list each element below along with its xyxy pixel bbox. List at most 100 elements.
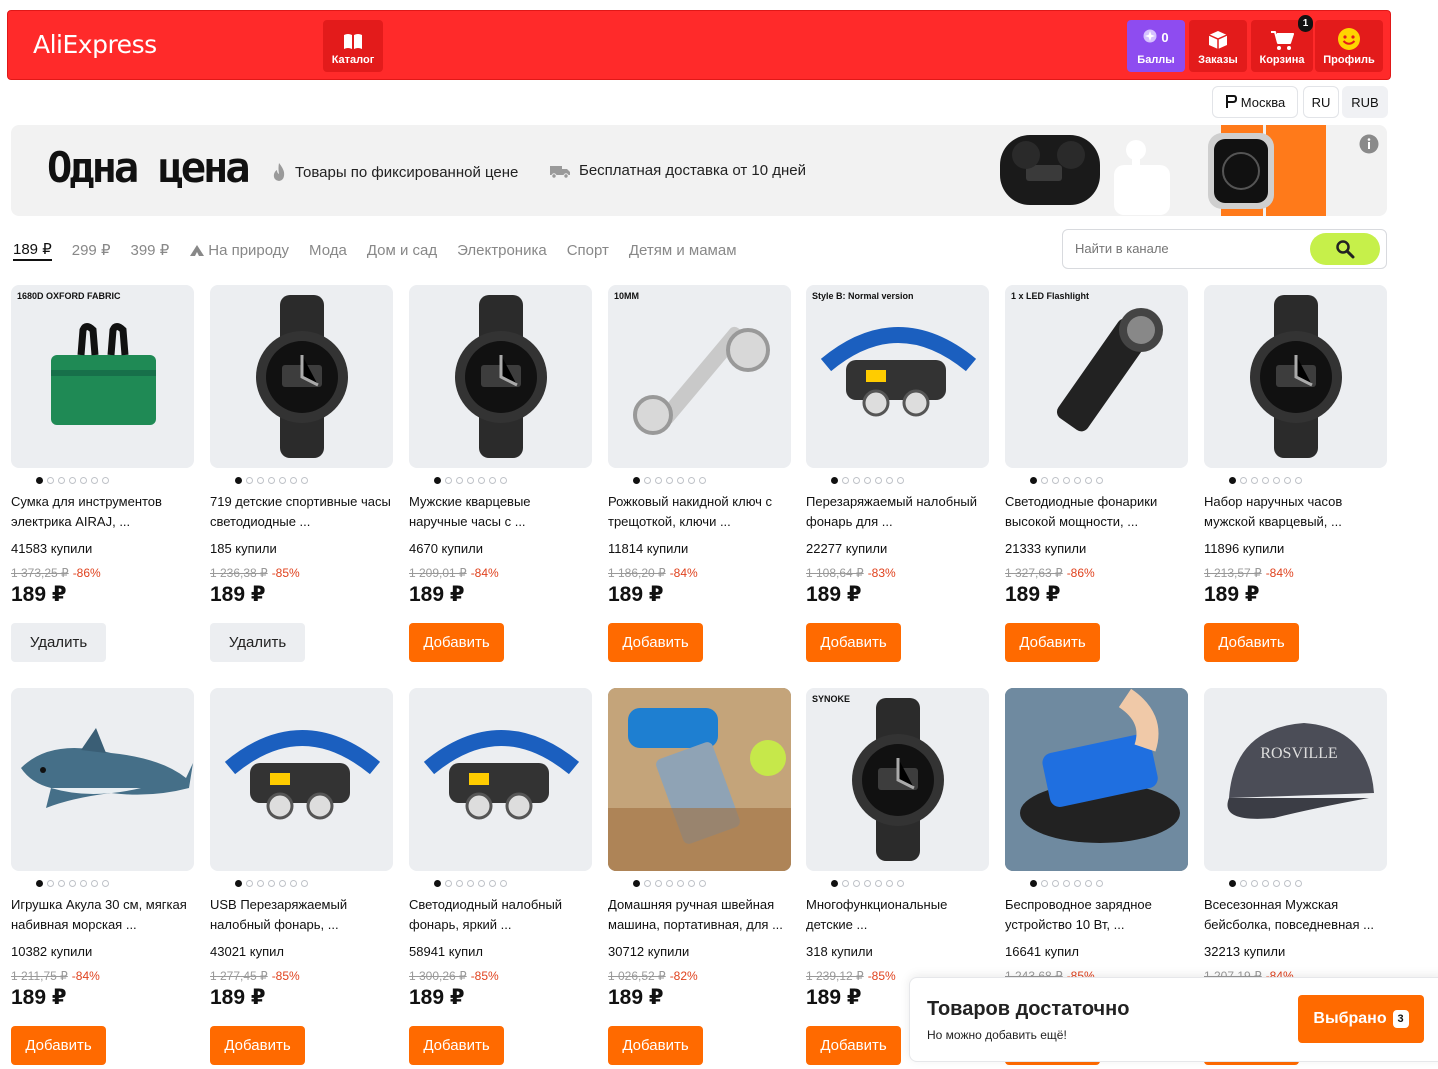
carousel-dot[interactable]: [47, 879, 54, 887]
carousel-dot[interactable]: [246, 879, 253, 887]
carousel-dot[interactable]: [1052, 879, 1059, 887]
carousel-dot[interactable]: [1284, 476, 1291, 484]
carousel-dot[interactable]: [268, 476, 275, 484]
carousel-dot[interactable]: [69, 476, 76, 484]
carousel-dot[interactable]: [1262, 476, 1269, 484]
carousel-dot[interactable]: [1052, 476, 1059, 484]
carousel-dot[interactable]: [875, 879, 882, 887]
tab-189[interactable]: 189 ₽: [13, 239, 52, 261]
carousel-dot[interactable]: [489, 879, 496, 887]
carousel-dot[interactable]: [699, 476, 706, 484]
product-image[interactable]: 1 x LED Flashlight: [1005, 285, 1188, 468]
carousel-dot[interactable]: [699, 879, 706, 887]
carousel-dot[interactable]: [1030, 476, 1037, 484]
carousel-dot[interactable]: [1229, 476, 1236, 484]
product-card[interactable]: 1680D OXFORD FABRIC Сумка для инструменто…: [11, 285, 194, 662]
tab-fashion[interactable]: Мода: [309, 239, 347, 261]
carousel-dot[interactable]: [47, 476, 54, 484]
product-image[interactable]: 10MM: [608, 285, 791, 468]
carousel-dot[interactable]: [279, 879, 286, 887]
carousel-dot[interactable]: [897, 879, 904, 887]
product-card[interactable]: 10MM Рожковый накидной ключ с трещоткой, …: [608, 285, 791, 662]
carousel-dot[interactable]: [58, 879, 65, 887]
carousel-dot[interactable]: [467, 476, 474, 484]
carousel-dot[interactable]: [831, 879, 838, 887]
add-button[interactable]: Добавить: [608, 1026, 703, 1065]
carousel-dot[interactable]: [235, 476, 242, 484]
carousel-dot[interactable]: [666, 476, 673, 484]
selected-button[interactable]: Выбрано 3: [1298, 995, 1424, 1043]
product-image[interactable]: [409, 285, 592, 468]
product-title[interactable]: Беспроводное зарядное устройство 10 Вт, …: [1005, 895, 1188, 935]
product-card[interactable]: Набор наручных часов мужской кварцевый, …: [1204, 285, 1387, 662]
carousel-dot[interactable]: [445, 476, 452, 484]
points-button[interactable]: 0 Баллы: [1127, 20, 1185, 72]
carousel-dot[interactable]: [290, 476, 297, 484]
carousel-dot[interactable]: [1063, 879, 1070, 887]
carousel-dot[interactable]: [1063, 476, 1070, 484]
carousel-dot[interactable]: [688, 879, 695, 887]
carousel-dot[interactable]: [1273, 879, 1280, 887]
carousel-dot[interactable]: [478, 476, 485, 484]
carousel-dot[interactable]: [1074, 476, 1081, 484]
tab-sport[interactable]: Спорт: [567, 239, 609, 261]
carousel-dot[interactable]: [36, 476, 43, 484]
carousel-dot[interactable]: [500, 476, 507, 484]
carousel-dot[interactable]: [102, 476, 109, 484]
product-image[interactable]: 1680D OXFORD FABRIC: [11, 285, 194, 468]
tab-299[interactable]: 299 ₽: [72, 239, 111, 261]
add-button[interactable]: Добавить: [806, 623, 901, 662]
carousel-dot[interactable]: [853, 476, 860, 484]
add-button[interactable]: Добавить: [1204, 623, 1299, 662]
remove-button[interactable]: Удалить: [11, 623, 106, 662]
cart-button[interactable]: 1 Корзина: [1251, 15, 1313, 72]
product-image[interactable]: [210, 285, 393, 468]
carousel-dot[interactable]: [644, 476, 651, 484]
carousel-dot[interactable]: [1251, 879, 1258, 887]
carousel-dot[interactable]: [36, 879, 43, 887]
carousel-dot[interactable]: [875, 476, 882, 484]
carousel-dot[interactable]: [688, 476, 695, 484]
product-title[interactable]: USB Перезаряжаемый налобный фонарь, ...: [210, 895, 393, 935]
carousel-dot[interactable]: [91, 879, 98, 887]
carousel-dot[interactable]: [677, 879, 684, 887]
carousel-dot[interactable]: [1295, 476, 1302, 484]
carousel-dot[interactable]: [864, 879, 871, 887]
carousel-dot[interactable]: [864, 476, 871, 484]
carousel-dot[interactable]: [279, 476, 286, 484]
add-button[interactable]: Добавить: [11, 1026, 106, 1065]
carousel-dot[interactable]: [633, 879, 640, 887]
carousel-dot[interactable]: [886, 476, 893, 484]
tab-399[interactable]: 399 ₽: [131, 239, 170, 261]
product-title[interactable]: Всесезонная Мужская бейсболка, повседнев…: [1204, 895, 1387, 935]
carousel-dot[interactable]: [301, 879, 308, 887]
product-title[interactable]: Сумка для инструментов электрика AIRAJ, …: [11, 492, 194, 532]
carousel-dot[interactable]: [445, 879, 452, 887]
carousel-dot[interactable]: [1229, 879, 1236, 887]
orders-button[interactable]: Заказы: [1189, 20, 1247, 72]
carousel-dot[interactable]: [1085, 476, 1092, 484]
carousel-dot[interactable]: [1284, 879, 1291, 887]
carousel-dot[interactable]: [91, 476, 98, 484]
product-title[interactable]: Светодиодные фонарики высокой мощности, …: [1005, 492, 1188, 532]
carousel-dot[interactable]: [489, 476, 496, 484]
product-title[interactable]: Рожковый накидной ключ с трещоткой, ключ…: [608, 492, 791, 532]
carousel-dot[interactable]: [1096, 476, 1103, 484]
carousel-dot[interactable]: [434, 879, 441, 887]
carousel-dot[interactable]: [58, 476, 65, 484]
add-button[interactable]: Добавить: [608, 623, 703, 662]
carousel-dot[interactable]: [655, 879, 662, 887]
carousel-dot[interactable]: [434, 476, 441, 484]
tab-electronics[interactable]: Электроника: [457, 239, 547, 261]
carousel-dot[interactable]: [1273, 476, 1280, 484]
carousel-dot[interactable]: [257, 476, 264, 484]
carousel-dot[interactable]: [456, 879, 463, 887]
carousel-dot[interactable]: [478, 879, 485, 887]
language-selector[interactable]: RU: [1303, 86, 1339, 118]
carousel-dot[interactable]: [102, 879, 109, 887]
product-image[interactable]: [210, 688, 393, 871]
carousel-dot[interactable]: [1041, 879, 1048, 887]
carousel-dot[interactable]: [246, 476, 253, 484]
carousel-dot[interactable]: [290, 879, 297, 887]
carousel-dot[interactable]: [886, 879, 893, 887]
